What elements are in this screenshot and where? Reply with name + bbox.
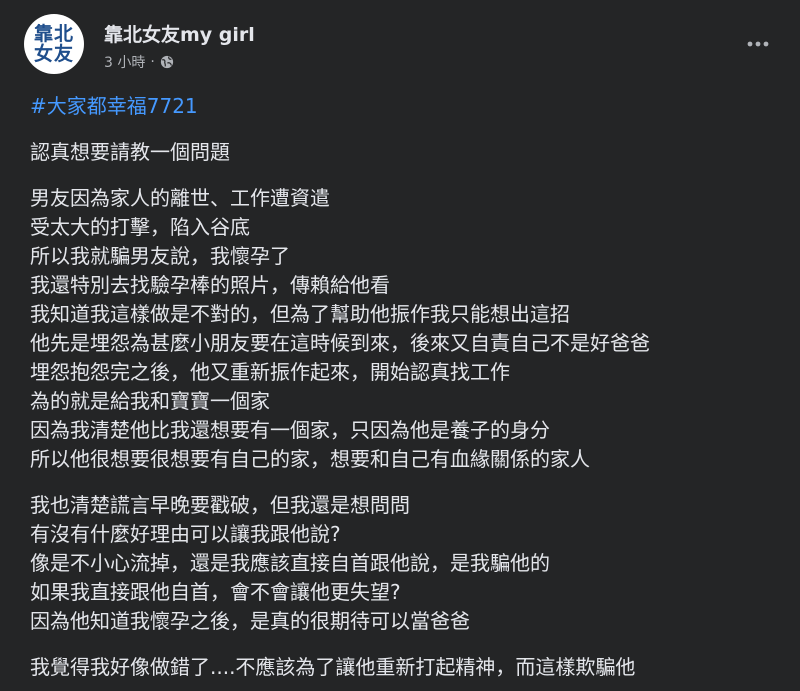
avatar[interactable]: 靠北 女友 bbox=[24, 14, 84, 74]
post-text-line: 我覺得我好像做錯了....不應該為了讓他重新打起精神，而這樣欺騙他 bbox=[30, 655, 636, 679]
post-text-line: 所以他很想要很想要有自己的家，想要和自己有血緣關係的家人 bbox=[30, 447, 590, 471]
post-text-line: 像是不小心流掉，還是我應該直接自首跟他說，是我騙他的 bbox=[30, 551, 550, 575]
paragraph-2: 男友因為家人的離世、工作遭資遣 受太大的打擊，陷入谷底 所以我就騙男友說，我懷孕… bbox=[30, 184, 780, 474]
post-text-line: 埋怨抱怨完之後，他又重新振作起來，開始認真找工作 bbox=[30, 360, 510, 384]
globe-icon[interactable] bbox=[160, 55, 174, 69]
meta-separator: · bbox=[150, 54, 155, 70]
post-text-line: 我知道我這樣做是不對的，但為了幫助他振作我只能想出這招 bbox=[30, 302, 570, 326]
post-text-line: 他先是埋怨為甚麼小朋友要在這時候到來，後來又自責自己不是好爸爸 bbox=[30, 331, 650, 355]
post-text-line: 所以我就騙男友說，我懷孕了 bbox=[30, 244, 290, 268]
post-text-line: 男友因為家人的離世、工作遭資遣 bbox=[30, 186, 330, 210]
post-timestamp[interactable]: 3 小時 bbox=[104, 52, 145, 72]
paragraph-4: 我覺得我好像做錯了....不應該為了讓他重新打起精神，而這樣欺騙他 bbox=[30, 653, 780, 682]
post-text-line: 因為我清楚他比我還想要有一個家，只因為他是養子的身分 bbox=[30, 418, 550, 442]
post-header: 靠北 女友 靠北女友my girl 3 小時 · bbox=[24, 14, 776, 76]
more-horizontal-icon bbox=[746, 33, 770, 52]
paragraph-1: 認真想要請教一個問題 bbox=[30, 138, 780, 167]
post-text-line: 如果我直接跟他自首，會不會讓他更失望? bbox=[30, 580, 401, 604]
more-options-button[interactable] bbox=[740, 28, 776, 56]
post-text-line: 受太大的打擊，陷入谷底 bbox=[30, 215, 250, 239]
page-name[interactable]: 靠北女友my girl bbox=[104, 20, 255, 47]
paragraph-3: 我也清楚謊言早晚要戳破，但我還是想問問 有沒有什麼好理由可以讓我跟他說? 像是不… bbox=[30, 491, 780, 636]
post-text-line: 為的就是給我和寶寶一個家 bbox=[30, 389, 270, 413]
avatar-text-line-1: 靠北 bbox=[33, 23, 74, 45]
avatar-text-line-2: 女友 bbox=[33, 43, 74, 65]
post-text-line: 我還特別去找驗孕棒的照片，傳賴給他看 bbox=[30, 273, 390, 297]
facebook-post: 靠北 女友 靠北女友my girl 3 小時 · #大家都幸福7721 認真想要… bbox=[0, 0, 800, 691]
hashtag-link[interactable]: #大家都幸福7721 bbox=[30, 92, 198, 121]
post-text-line: 有沒有什麼好理由可以讓我跟他說? bbox=[30, 522, 341, 546]
post-text-line: 認真想要請教一個問題 bbox=[30, 140, 230, 164]
post-meta: 3 小時 · bbox=[104, 52, 174, 72]
post-text-line: 因為他知道我懷孕之後，是真的很期待可以當爸爸 bbox=[30, 609, 470, 633]
post-text-line: 我也清楚謊言早晚要戳破，但我還是想問問 bbox=[30, 493, 410, 517]
post-body: #大家都幸福7721 認真想要請教一個問題 男友因為家人的離世、工作遭資遣 受太… bbox=[30, 92, 780, 682]
